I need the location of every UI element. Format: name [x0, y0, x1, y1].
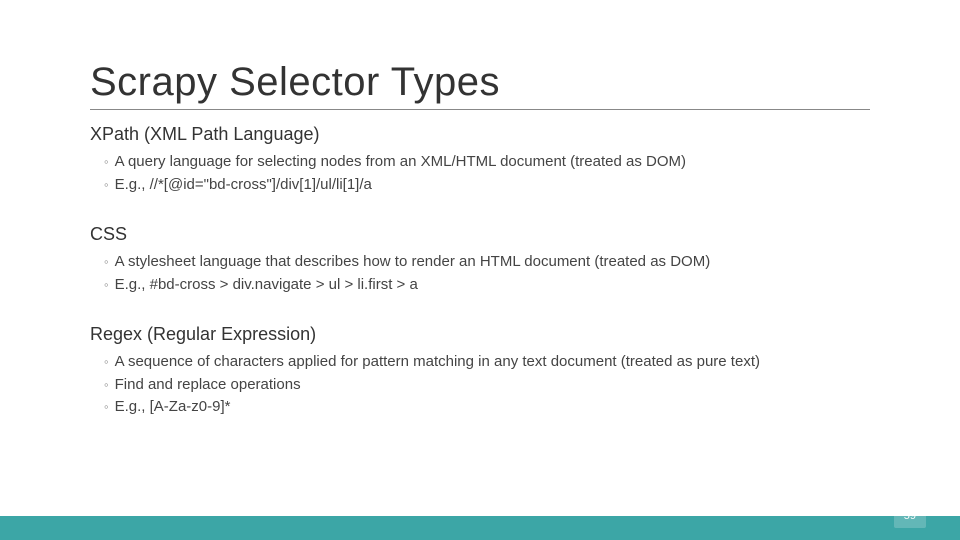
bullet-text: E.g., //*[@id="bd-cross"]/div[1]/ul/li[1… — [115, 174, 372, 197]
bullet-text: E.g., [A-Za-z0-9]* — [115, 396, 231, 419]
slide-title: Scrapy Selector Types — [90, 60, 870, 110]
bullet-mark: ◦ — [104, 374, 109, 396]
bullet-mark: ◦ — [104, 251, 109, 273]
bullet-item: ◦ Find and replace operations — [104, 374, 870, 397]
slide: Scrapy Selector Types XPath (XML Path La… — [0, 0, 960, 540]
bullet-item: ◦ E.g., #bd-cross > div.navigate > ul > l… — [104, 274, 870, 297]
bullet-list: ◦ A stylesheet language that describes ho… — [90, 251, 870, 296]
bullet-text: A sequence of characters applied for pat… — [115, 351, 760, 374]
slide-footer-bar — [0, 516, 960, 540]
bullet-text: Find and replace operations — [115, 374, 301, 397]
bullet-text: A stylesheet language that describes how… — [115, 251, 711, 274]
bullet-item: ◦ E.g., [A-Za-z0-9]* — [104, 396, 870, 419]
bullet-item: ◦ E.g., //*[@id="bd-cross"]/div[1]/ul/li[… — [104, 174, 870, 197]
bullet-mark: ◦ — [104, 174, 109, 196]
section-regex: Regex (Regular Expression) ◦ A sequence o… — [90, 324, 870, 419]
bullet-mark: ◦ — [104, 274, 109, 296]
section-xpath: XPath (XML Path Language) ◦ A query langu… — [90, 124, 870, 196]
bullet-mark: ◦ — [104, 351, 109, 373]
bullet-text: A query language for selecting nodes fro… — [115, 151, 686, 174]
bullet-item: ◦ A sequence of characters applied for pa… — [104, 351, 870, 374]
bullet-item: ◦ A query language for selecting nodes fr… — [104, 151, 870, 174]
section-css: CSS ◦ A stylesheet language that describe… — [90, 224, 870, 296]
section-heading: Regex (Regular Expression) — [90, 324, 870, 345]
section-heading: CSS — [90, 224, 870, 245]
slide-content: Scrapy Selector Types XPath (XML Path La… — [0, 0, 960, 419]
section-heading: XPath (XML Path Language) — [90, 124, 870, 145]
bullet-item: ◦ A stylesheet language that describes ho… — [104, 251, 870, 274]
bullet-mark: ◦ — [104, 396, 109, 418]
bullet-list: ◦ A sequence of characters applied for pa… — [90, 351, 870, 419]
bullet-text: E.g., #bd-cross > div.navigate > ul > li… — [115, 274, 418, 297]
bullet-list: ◦ A query language for selecting nodes fr… — [90, 151, 870, 196]
page-number-badge: 59 — [894, 504, 926, 528]
bullet-mark: ◦ — [104, 151, 109, 173]
page-number: 59 — [904, 510, 916, 522]
